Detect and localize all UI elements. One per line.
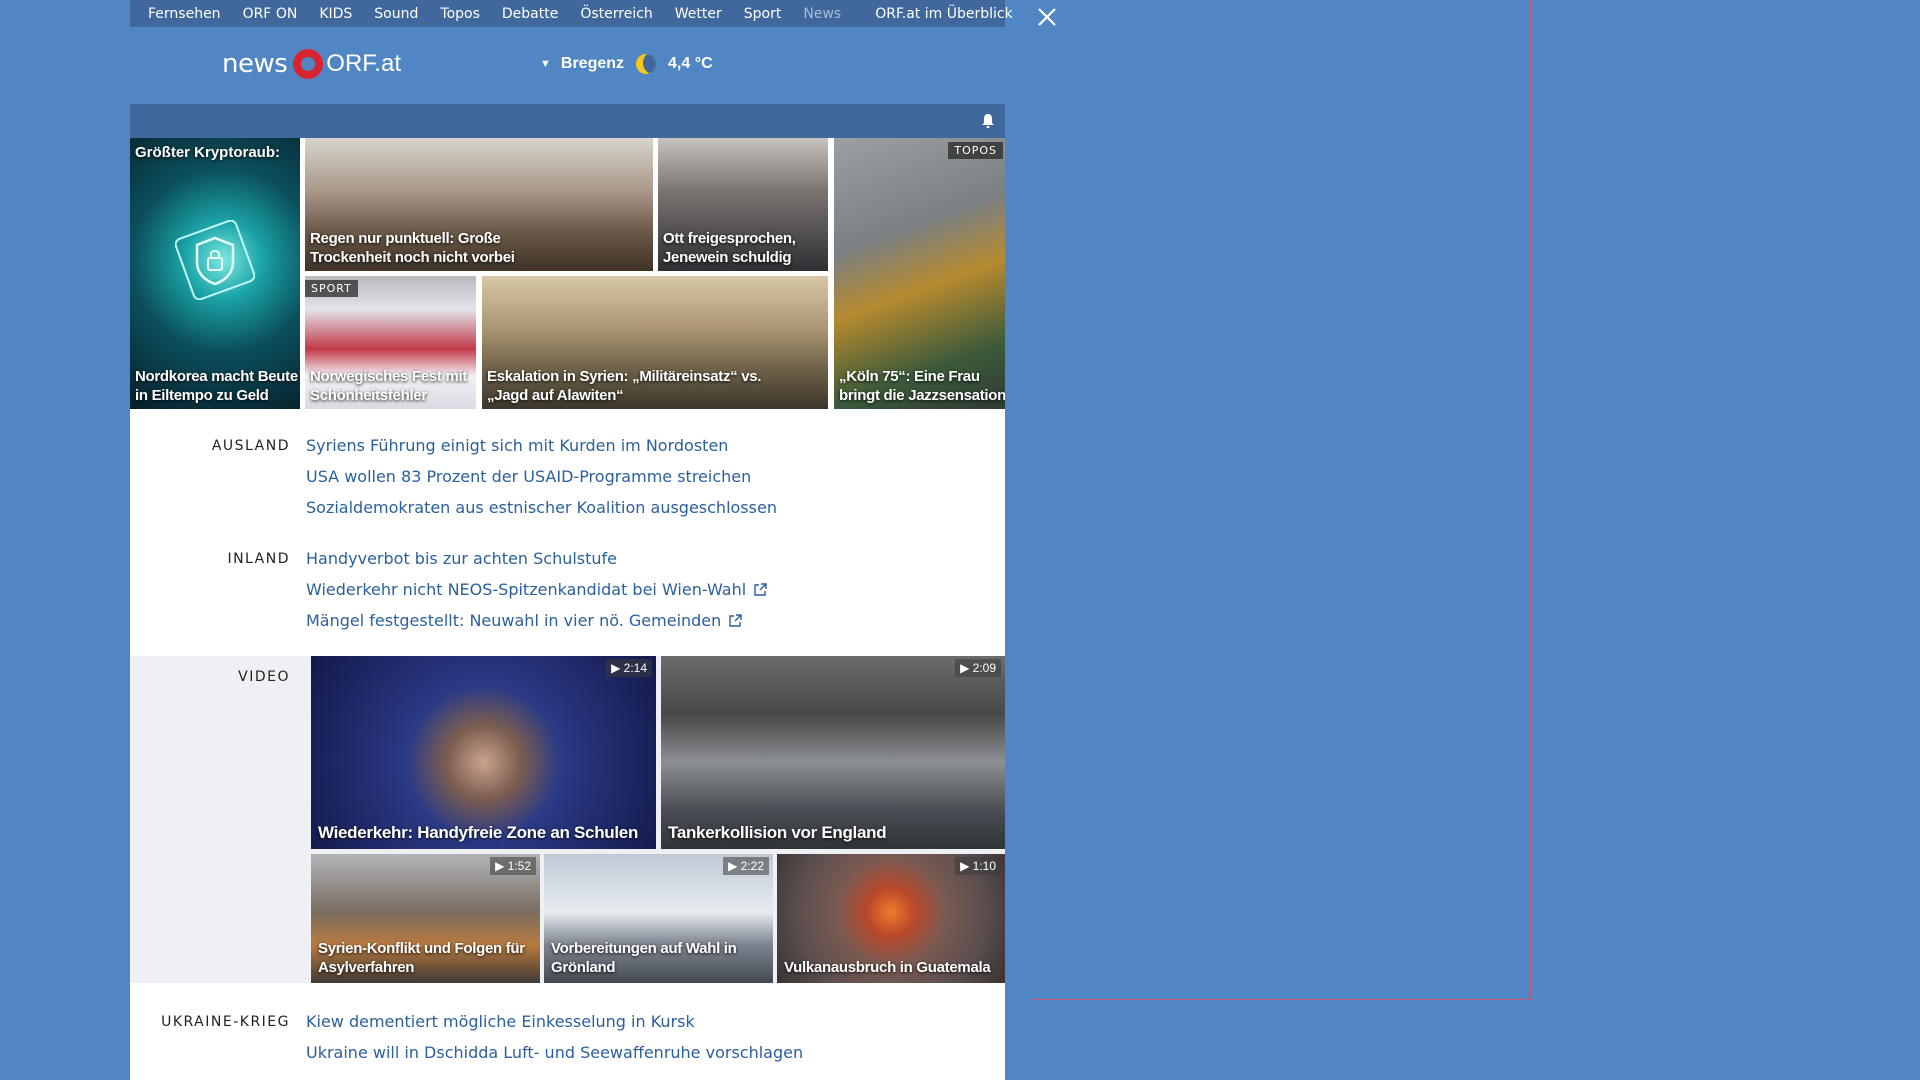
story-tile-ott[interactable]: Ott freigesprochen, Jenewein schuldig (658, 138, 828, 271)
headline-text: Mängel festgestellt: Neuwahl in vier nö.… (306, 611, 722, 630)
headline-link[interactable]: Ukraine will in Dschidda Luft- und Seewa… (306, 1042, 803, 1073)
nav-sport[interactable]: Sport (744, 6, 782, 22)
nav-sound[interactable]: Sound (374, 6, 418, 22)
story-tile-trockenheit[interactable]: Regen nur punktuell: Große Trockenheit n… (305, 138, 653, 271)
weather-widget[interactable]: ▼ Bregenz 4,4 °C (540, 54, 713, 74)
video-tile[interactable]: ▶ 1:52 Syrien-Konflikt und Folgen für As… (311, 854, 540, 983)
dropdown-triangle-icon[interactable]: ▼ (540, 58, 551, 70)
close-icon[interactable] (1036, 6, 1058, 28)
story-tile-syrien[interactable]: Eskalation in Syrien: „Militäreinsatz“ v… (482, 276, 828, 409)
headline-link[interactable]: Sozialdemokraten aus estnischer Koalitio… (306, 497, 777, 528)
main-content: Größter Kryptoraub: Nordkorea macht Beut… (130, 104, 1005, 1080)
side-panel-frame (1031, 0, 1531, 1000)
logo-news-text: news (222, 49, 288, 79)
tile-caption: Nordkorea macht Beute in Eiltempo zu Gel… (135, 368, 298, 404)
video-duration: ▶ 2:22 (723, 857, 769, 875)
section-label-ukraine: UKRAINE-KRIEG (161, 1014, 290, 1030)
top-navigation: Fernsehen ORF ON KIDS Sound Topos Debatt… (130, 0, 1013, 27)
headline-link[interactable]: Wiederkehr nicht NEOS-Spitzenkandidat be… (306, 579, 767, 610)
video-duration: ▶ 1:10 (955, 857, 1001, 875)
section-video: VIDEO ▶ 2:14 Wiederkehr: Handyfreie Zone… (130, 656, 1005, 983)
ausland-links: Syriens Führung einigt sich mit Kurden i… (306, 435, 777, 528)
tile-tag-topos: TOPOS (948, 142, 1003, 159)
story-tile-kryptoraub[interactable]: Größter Kryptoraub: Nordkorea macht Beut… (130, 138, 300, 409)
weather-location: Bregenz (560, 55, 625, 72)
tile-caption: „Köln 75“: Eine Frau bringt die Jazzsens… (839, 368, 1005, 404)
tile-caption: Norwegisches Fest mit Schönheitsfehler (310, 368, 468, 404)
nav-news[interactable]: News (803, 6, 841, 22)
story-tile-koeln75[interactable]: TOPOS „Köln 75“: Eine Frau bringt die Ja… (834, 138, 1005, 409)
site-header: news ORF.at ▼ Bregenz 4,4 °C (130, 27, 1005, 104)
moon-icon (636, 54, 657, 74)
nav-oesterreich[interactable]: Österreich (580, 6, 652, 22)
section-label-inland: INLAND (227, 551, 290, 567)
video-caption: Wiederkehr: Handyfreie Zone an Schulen (318, 823, 639, 842)
tile-caption: Eskalation in Syrien: „Militäreinsatz“ v… (487, 368, 762, 404)
video-tile[interactable]: ▶ 2:22 Vorbereitungen auf Wahl in Grönla… (544, 854, 773, 983)
nav-orf-overview[interactable]: ORF.at im Überblick (875, 6, 1012, 22)
nav-topos[interactable]: Topos (440, 6, 479, 22)
inland-links: Handyverbot bis zur achten Schulstufe Wi… (306, 548, 767, 641)
shield-lock-icon (175, 220, 255, 300)
nav-kids[interactable]: KIDS (319, 6, 352, 22)
headline-link[interactable]: Kiew dementiert mögliche Einkesselung in… (306, 1011, 803, 1042)
logo-orf-text: ORF.at (326, 50, 401, 77)
nav-fernsehen[interactable]: Fernsehen (148, 6, 221, 22)
video-caption: Tankerkollision vor England (668, 823, 887, 842)
section-label-ausland: AUSLAND (211, 438, 290, 454)
headline-link[interactable]: Handyverbot bis zur achten Schulstufe (306, 548, 767, 579)
bell-icon[interactable] (981, 113, 995, 129)
video-duration: ▶ 2:09 (955, 659, 1001, 677)
video-tile[interactable]: ▶ 2:09 Tankerkollision vor England (661, 656, 1005, 849)
weather-temperature: 4,4 °C (668, 55, 713, 72)
video-tile[interactable]: ▶ 1:10 Vulkanausbruch in Guatemala (777, 854, 1005, 983)
story-tile-norwegen[interactable]: SPORT Norwegisches Fest mit Schönheitsfe… (305, 276, 476, 409)
headline-text: Handyverbot bis zur achten Schulstufe (306, 549, 618, 568)
nav-debatte[interactable]: Debatte (502, 6, 558, 22)
orf-ring-icon (293, 49, 324, 79)
video-caption: Vorbereitungen auf Wahl in Grönland (551, 940, 737, 976)
nav-orf-on[interactable]: ORF ON (243, 6, 298, 22)
headline-link[interactable]: Mängel festgestellt: Neuwahl in vier nö.… (306, 610, 767, 641)
headline-link[interactable]: USA wollen 83 Prozent der USAID-Programm… (306, 466, 777, 497)
nav-wetter[interactable]: Wetter (675, 6, 722, 22)
ukraine-links: Kiew dementiert mögliche Einkesselung in… (306, 1011, 803, 1073)
tile-caption: Regen nur punktuell: Große Trockenheit n… (310, 230, 515, 266)
video-duration: ▶ 2:14 (606, 659, 652, 677)
headline-text: Wiederkehr nicht NEOS-Spitzenkandidat be… (306, 580, 747, 599)
tile-kicker: Größter Kryptoraub: (135, 144, 281, 161)
tile-bar (130, 104, 1005, 138)
headline-link[interactable]: Syriens Führung einigt sich mit Kurden i… (306, 435, 777, 466)
video-caption: Vulkanausbruch in Guatemala (784, 959, 991, 976)
section-label-video: VIDEO (238, 669, 290, 685)
tile-tag-sport: SPORT (305, 280, 358, 297)
external-link-icon (754, 583, 767, 596)
news-orf-logo[interactable]: news ORF.at (222, 49, 401, 79)
video-caption: Syrien-Konflikt und Folgen für Asylverfa… (318, 940, 525, 976)
video-duration: ▶ 1:52 (490, 857, 536, 875)
video-tile[interactable]: ▶ 2:14 Wiederkehr: Handyfreie Zone an Sc… (311, 656, 656, 849)
external-link-icon (729, 614, 742, 627)
top-story-tiles: Größter Kryptoraub: Nordkorea macht Beut… (130, 138, 1005, 409)
tile-caption: Ott freigesprochen, Jenewein schuldig (663, 230, 796, 266)
